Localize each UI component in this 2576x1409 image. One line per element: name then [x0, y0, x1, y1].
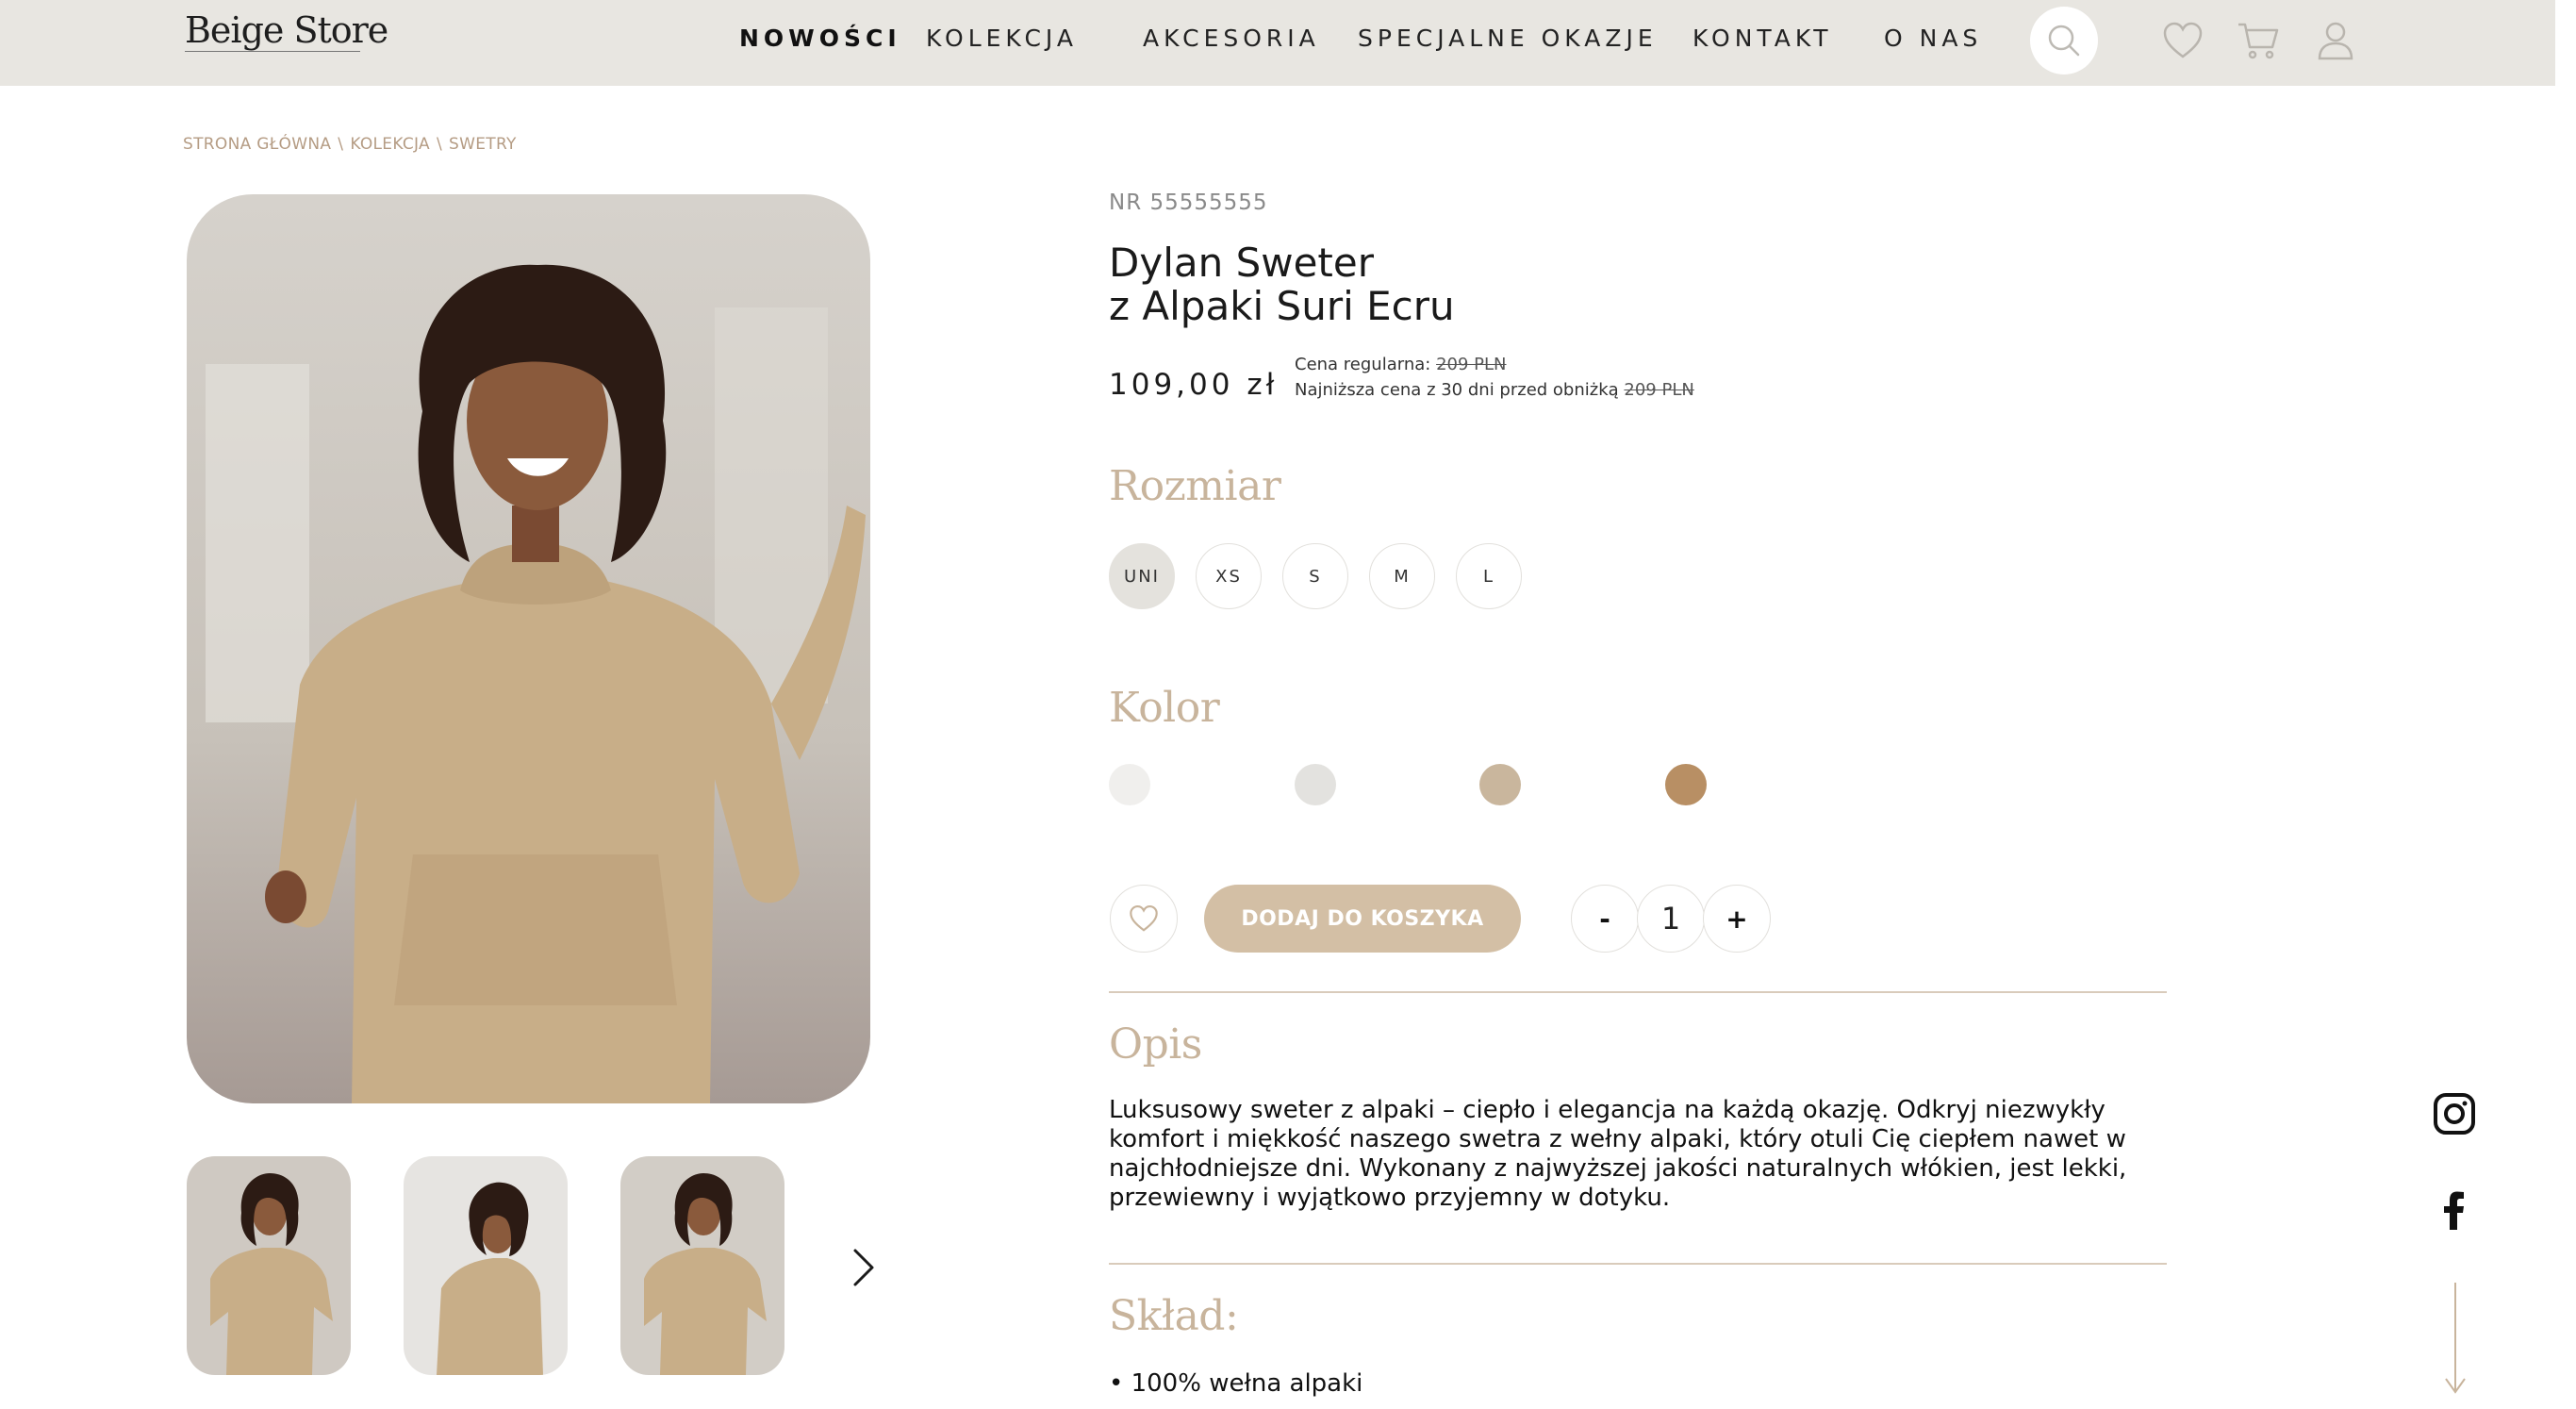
- color-swatch-3[interactable]: [1479, 764, 1521, 805]
- size-option-l[interactable]: L: [1456, 543, 1522, 609]
- store-logo[interactable]: Beige Store: [185, 9, 388, 51]
- product-photo: [187, 194, 870, 1103]
- top-navigation-bar: Beige Store NOWOŚCI KOLEKCJA AKCESORIA S…: [0, 0, 2555, 86]
- quantity-value: 1: [1660, 901, 1681, 937]
- search-button[interactable]: [2030, 7, 2098, 75]
- regular-price-value: 209 PLN: [1436, 355, 1507, 374]
- facebook-icon[interactable]: [2433, 1188, 2476, 1232]
- add-to-wishlist-button[interactable]: [1110, 885, 1178, 953]
- color-swatch-2[interactable]: [1295, 764, 1336, 805]
- color-swatch-4[interactable]: [1665, 764, 1707, 805]
- add-to-cart-button[interactable]: DODAJ DO KOSZYKA: [1204, 885, 1521, 953]
- scroll-down-arrow-icon[interactable]: [2444, 1283, 2467, 1396]
- user-icon[interactable]: [2312, 17, 2359, 64]
- nav-item-nowosci[interactable]: NOWOŚCI: [739, 25, 901, 52]
- product-title-line-1: Dylan Sweter: [1109, 240, 1374, 286]
- nav-item-akcesoria[interactable]: AKCESORIA: [1143, 25, 1320, 52]
- product-price: 109,00 zł: [1109, 368, 1279, 402]
- heart-icon[interactable]: [2159, 17, 2206, 64]
- breadcrumb-separator: \: [436, 135, 443, 154]
- size-option-s[interactable]: S: [1282, 543, 1348, 609]
- lowest-price-note: Najniższa cena z 30 dni przed obniżką 20…: [1295, 380, 1694, 400]
- search-icon: [2048, 25, 2080, 57]
- product-thumbnail-3[interactable]: [620, 1156, 784, 1375]
- breadcrumb-separator: \: [338, 135, 344, 154]
- cart-icon[interactable]: [2235, 17, 2282, 64]
- description-text: Luksusowy sweter z alpaki – ciepło i ele…: [1109, 1096, 2127, 1212]
- breadcrumb-home[interactable]: STRONA GŁÓWNA: [183, 135, 331, 154]
- quantity-decrease-button[interactable]: -: [1571, 885, 1639, 953]
- size-option-xs[interactable]: XS: [1196, 543, 1262, 609]
- lowest-price-label: Najniższa cena z 30 dni przed obniżką: [1295, 380, 1619, 400]
- nav-item-kolekcja[interactable]: KOLEKCJA: [926, 25, 1078, 52]
- color-swatch-1[interactable]: [1109, 764, 1150, 805]
- instagram-icon[interactable]: [2433, 1092, 2476, 1135]
- logo-underline: [185, 51, 360, 52]
- regular-price-label: Cena regularna:: [1295, 355, 1431, 374]
- breadcrumb-swetry[interactable]: SWETRY: [449, 135, 517, 154]
- breadcrumb: STRONA GŁÓWNA \ KOLEKCJA \ SWETRY: [183, 135, 517, 154]
- composition-heading: Skład:: [1109, 1292, 1239, 1340]
- section-divider: [1109, 991, 2167, 993]
- description-heading: Opis: [1109, 1020, 1202, 1069]
- size-option-m[interactable]: M: [1369, 543, 1435, 609]
- heart-icon: [1130, 904, 1158, 932]
- size-option-uni[interactable]: UNI: [1109, 543, 1175, 609]
- product-sku: NR 55555555: [1109, 191, 1268, 215]
- size-heading: Rozmiar: [1109, 462, 1281, 510]
- quantity-increase-button[interactable]: +: [1703, 885, 1771, 953]
- product-thumbnail-2[interactable]: [404, 1156, 568, 1375]
- regular-price-note: Cena regularna: 209 PLN: [1295, 355, 1507, 374]
- product-title-line-2: z Alpaki Suri Ecru: [1109, 283, 1455, 329]
- quantity-field[interactable]: 1: [1637, 885, 1705, 953]
- product-main-image[interactable]: [187, 194, 870, 1103]
- nav-item-o-nas[interactable]: O NAS: [1884, 25, 1982, 52]
- product-title: Dylan Sweter z Alpaki Suri Ecru: [1109, 241, 1455, 328]
- chevron-right-icon[interactable]: [847, 1245, 879, 1290]
- composition-item: • 100% wełna alpaki: [1109, 1369, 1363, 1398]
- section-divider: [1109, 1263, 2167, 1265]
- nav-item-kontakt[interactable]: KONTAKT: [1693, 25, 1833, 52]
- color-heading: Kolor: [1109, 684, 1220, 732]
- nav-item-specjalne-okazje[interactable]: SPECJALNE OKAZJE: [1358, 25, 1658, 52]
- lowest-price-value: 209 PLN: [1624, 380, 1694, 400]
- breadcrumb-kolekcja[interactable]: KOLEKCJA: [350, 135, 430, 154]
- product-thumbnail-1[interactable]: [187, 1156, 351, 1375]
